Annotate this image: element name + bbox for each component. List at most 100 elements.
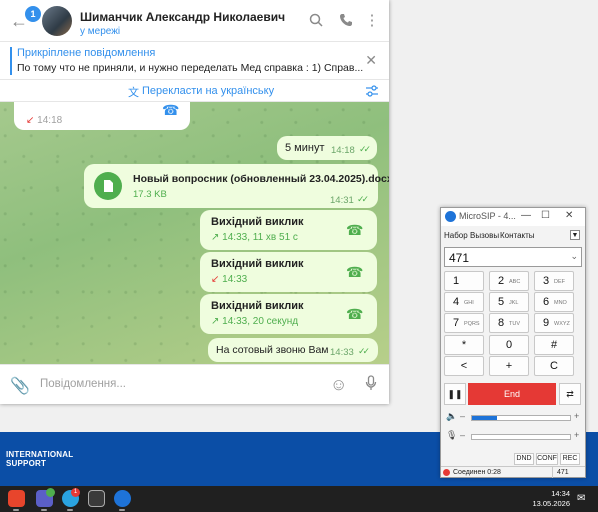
call-title: Вихідний виклик bbox=[211, 258, 304, 270]
keypad-key[interactable]: * bbox=[444, 335, 484, 355]
unread-badge: 1 bbox=[25, 6, 41, 22]
telegram-window: ← 1 Шиманчик Александр Николаевич у мере… bbox=[0, 0, 389, 404]
translate-icon: 文 bbox=[128, 87, 139, 99]
record-button[interactable]: REC bbox=[560, 453, 580, 465]
title-bar[interactable]: MicroSIP - 4... — ☐ ✕ bbox=[441, 208, 585, 226]
pinned-text: По тому что не приняли, и нужно передела… bbox=[17, 62, 364, 74]
message-time: 14:33 bbox=[330, 347, 354, 358]
emoji-icon[interactable]: ☺ bbox=[330, 375, 347, 395]
brave-browser-icon[interactable] bbox=[8, 490, 25, 507]
window-title: MicroSIP - 4... bbox=[459, 211, 516, 221]
missed-arrow-icon: ↙ bbox=[211, 274, 220, 285]
call-title: Вихідний виклик bbox=[211, 216, 304, 228]
chevron-down-icon[interactable]: ⌄ bbox=[570, 251, 578, 262]
tab-contacts[interactable]: Контакты bbox=[500, 231, 535, 240]
call-phone-icon[interactable]: ☎ bbox=[346, 264, 363, 280]
message-composer: 📎 Повідомлення... ☺ bbox=[0, 364, 389, 404]
keypad-key[interactable]: 5 JKL bbox=[489, 292, 529, 312]
app-7z-icon[interactable] bbox=[88, 490, 105, 507]
menu-dropdown-icon[interactable]: ▼ bbox=[570, 230, 580, 240]
keypad-key[interactable]: C bbox=[534, 356, 574, 376]
call-phone-icon[interactable]: ☎ bbox=[162, 102, 179, 118]
keypad-key[interactable]: < bbox=[444, 356, 484, 376]
conference-button[interactable]: CONF bbox=[536, 453, 558, 465]
message-text: 5 минут bbox=[285, 142, 325, 154]
call-phone-icon[interactable]: ☎ bbox=[346, 306, 363, 322]
status-bar: Соединен 0:28 471 bbox=[441, 466, 585, 478]
speaker-volume-fill bbox=[472, 416, 497, 420]
taskbar: 1 14:34 13.05.2026 ✉ bbox=[0, 486, 598, 512]
outgoing-call-bubble[interactable]: Вихідний виклик ↙ 14:33 ☎ bbox=[200, 252, 377, 292]
outgoing-call-bubble[interactable]: Вихідний виклик ↗ 14:33, 20 секунд ☎ bbox=[200, 294, 377, 334]
pinned-message[interactable]: Прикріплене повідомлення По тому что не … bbox=[0, 42, 389, 80]
tab-dialer[interactable]: Набор bbox=[444, 231, 468, 240]
status-number: 471 bbox=[557, 469, 569, 476]
outgoing-arrow-icon: ↗ bbox=[211, 316, 220, 327]
missed-arrow-icon: ↙ bbox=[26, 115, 35, 126]
document-icon[interactable] bbox=[94, 172, 122, 200]
end-call-button[interactable]: End bbox=[468, 383, 556, 405]
keypad-key[interactable]: 7 PQRS bbox=[444, 313, 484, 333]
system-clock[interactable]: 14:34 13.05.2026 bbox=[530, 489, 570, 509]
document-name: Новый вопросник (обновленный 23.04.2025)… bbox=[133, 173, 389, 185]
microphone-icon[interactable] bbox=[365, 375, 377, 395]
document-size: 17.3 KB bbox=[133, 189, 167, 200]
read-ticks-icon: ✓✓ bbox=[358, 346, 370, 356]
outgoing-call-bubble[interactable]: Вихідний виклик ↗ 14:33, 11 хв 51 с ☎ bbox=[200, 210, 377, 250]
incoming-call-bubble[interactable]: ↙ 14:18 ☎ bbox=[14, 102, 190, 130]
microsip-logo-icon bbox=[445, 211, 456, 222]
transfer-button[interactable]: ⇄ bbox=[559, 383, 581, 405]
keypad-key[interactable]: 4 GHI bbox=[444, 292, 484, 312]
settings-sliders-icon[interactable] bbox=[365, 84, 379, 98]
document-message[interactable]: Новый вопросник (обновленный 23.04.2025)… bbox=[84, 164, 389, 208]
translate-label[interactable]: Перекласти на українську bbox=[142, 85, 274, 97]
more-menu-icon[interactable]: ⋮ bbox=[364, 13, 380, 29]
call-phone-icon[interactable]: ☎ bbox=[346, 222, 363, 238]
keypad-key[interactable]: 2 ABC bbox=[489, 271, 529, 291]
message-time: 14:31 bbox=[330, 195, 354, 206]
pinned-title: Прикріплене повідомлення bbox=[17, 47, 156, 59]
microsip-taskbar-icon[interactable] bbox=[114, 490, 131, 507]
keypad-key[interactable]: 9 WXYZ bbox=[534, 313, 574, 333]
message-time: 14:18 bbox=[331, 145, 355, 156]
keypad-key[interactable]: 0 bbox=[489, 335, 529, 355]
chat-status: у мережі bbox=[80, 26, 121, 37]
telegram-badge: 1 bbox=[71, 488, 80, 497]
tab-calls[interactable]: Вызовы bbox=[470, 231, 499, 240]
microphone-icon[interactable]: 🎙 bbox=[446, 430, 457, 441]
microsip-window: MicroSIP - 4... — ☐ ✕ Набор Вызовы Конта… bbox=[440, 207, 586, 478]
speaker-icon[interactable]: 🔈 bbox=[446, 411, 457, 422]
chat-name[interactable]: Шиманчик Александр Николаевич bbox=[80, 10, 285, 24]
search-icon[interactable] bbox=[308, 13, 324, 29]
read-ticks-icon: ✓✓ bbox=[359, 144, 371, 154]
message-text: На сотовый звоню Вам bbox=[216, 344, 329, 356]
keypad-key[interactable]: 8 TUV bbox=[489, 313, 529, 333]
close-icon[interactable]: ✕ bbox=[565, 210, 573, 221]
mic-volume-slider[interactable]: 🎙 – + bbox=[444, 430, 582, 444]
attach-icon[interactable]: 📎 bbox=[10, 376, 30, 396]
chat-header: ← 1 Шиманчик Александр Николаевич у мере… bbox=[0, 0, 389, 42]
close-icon[interactable]: ✕ bbox=[365, 52, 377, 69]
call-status: Соединен 0:28 bbox=[453, 469, 501, 476]
message-input[interactable]: Повідомлення... bbox=[40, 378, 126, 390]
dnd-button[interactable]: DND bbox=[514, 453, 534, 465]
tab-bar: Набор Вызовы Контакты ▼ bbox=[441, 229, 585, 243]
speaker-volume-slider[interactable]: 🔈 – + bbox=[444, 411, 582, 425]
call-title: Вихідний виклик bbox=[211, 300, 304, 312]
maximize-icon[interactable]: ☐ bbox=[541, 210, 550, 221]
keypad-key[interactable]: 1 bbox=[444, 271, 484, 291]
status-indicator-icon bbox=[443, 469, 450, 476]
message-bubble[interactable]: 5 минут 14:18 ✓✓ bbox=[277, 136, 377, 160]
avatar[interactable] bbox=[42, 6, 72, 36]
keypad-key[interactable]: 6 MNO bbox=[534, 292, 574, 312]
keypad-key[interactable]: + bbox=[489, 356, 529, 376]
notification-icon[interactable]: ✉ bbox=[577, 493, 585, 504]
hold-button[interactable]: ❚❚ bbox=[444, 383, 466, 405]
translate-bar[interactable]: 文 Перекласти на українську bbox=[0, 80, 389, 102]
phone-icon[interactable] bbox=[338, 13, 354, 29]
message-bubble[interactable]: На сотовый звоню Вам 14:33 ✓✓ bbox=[208, 338, 378, 362]
number-input[interactable]: 471 ⌄ bbox=[444, 247, 582, 267]
keypad-key[interactable]: # bbox=[534, 335, 574, 355]
minimize-icon[interactable]: — bbox=[521, 210, 531, 221]
keypad-key[interactable]: 3 DEF bbox=[534, 271, 574, 291]
